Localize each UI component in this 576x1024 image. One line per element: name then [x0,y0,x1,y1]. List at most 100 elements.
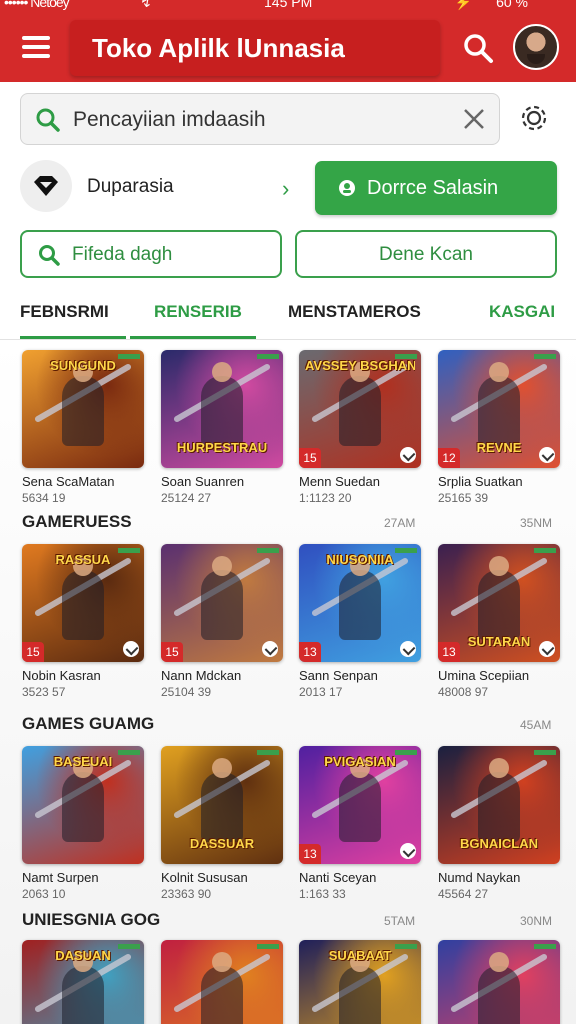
download-icon[interactable] [262,641,278,657]
age-rating-badge: 15 [22,642,44,662]
game-art-character [339,758,381,842]
avatar[interactable] [513,24,559,70]
search-bar[interactable]: Pencayiian imdaasih [20,93,500,145]
game-art-title: SUNGUND [50,358,116,373]
game-tile[interactable]: SUNGUND [22,350,144,468]
section-title: GAMES GUAMG [22,714,155,733]
game-art-title: AVSSEY BSGHAN [305,358,415,373]
game-meta: 3523 57 [22,685,66,699]
game-tile[interactable]: HURPESTRAU [161,350,283,468]
menu-icon[interactable] [22,36,50,58]
status-battery: 60 % [496,0,528,10]
age-rating-badge: 13 [438,642,460,662]
game-meta: 2063 10 [22,887,66,901]
game-art-character [339,556,381,640]
game-tile[interactable]: DASUAN [22,940,144,1024]
game-tile[interactable]: PVIGASIAN 13 [299,746,421,864]
tile-corner-tag [118,548,140,553]
game-tile[interactable]: SUTARAN 13 [438,544,560,662]
game-name[interactable]: Umina Scepiian [438,668,529,683]
tile-corner-tag [534,750,556,755]
app-header: •••••• Netoey ↯ 145 PM ⚡ 60 % Toko Aplil… [0,0,576,82]
game-name[interactable]: Sann Senpan [299,668,378,683]
tab-renserib[interactable]: RENSERIB [154,302,242,322]
duparasia-icon-button[interactable] [20,160,72,212]
download-icon[interactable] [123,641,139,657]
close-icon[interactable] [461,106,487,132]
tab-kasgai[interactable]: KASGAI [489,302,555,322]
tile-corner-tag [395,944,417,949]
age-rating-badge: 13 [299,844,321,864]
section-meta: 45AM [520,718,552,732]
game-name[interactable]: Nann Mdckan [161,668,241,683]
game-name[interactable]: Kolnit Sususan [161,870,248,885]
game-tile[interactable]: NIUSONIIA 13 [299,544,421,662]
age-rating-badge: 12 [438,448,460,468]
game-name[interactable]: Soan Suanren [161,474,244,489]
charging-icon: ⚡ [454,0,472,10]
game-tile[interactable]: REVNE 12 [438,350,560,468]
game-art-title: NIUSONIIA [326,552,394,567]
game-art-title: DASUAN [55,948,111,963]
game-tile[interactable]: GGBICIA [161,940,283,1024]
game-tile[interactable]: NOSEUA [438,940,560,1024]
dorrce-salasin-label: Dorrce Salasin [367,177,499,199]
game-name[interactable]: Nobin Kasran [22,668,101,683]
game-art-character [201,362,243,446]
game-tile[interactable]: SUABAAT [299,940,421,1024]
dene-kcan-button[interactable]: Dene Kcan [295,230,557,278]
game-tile[interactable]: AVSSEY BSGHAN 15 [299,350,421,468]
game-art-title: BGNAICLAN [460,836,538,851]
game-name[interactable]: Menn Suedan [299,474,380,489]
tab-indicator-active [130,336,256,339]
dene-kcan-label: Dene Kcan [378,244,473,265]
tile-corner-tag [118,354,140,359]
app-title-box: Toko Aplilk lUnnasia [70,20,440,76]
game-meta: 1:163 33 [299,887,346,901]
game-art-title: BASEUAI [53,754,113,769]
game-name[interactable]: Srplia Suatkan [438,474,523,489]
tile-corner-tag [395,354,417,359]
section-title: UNIESGNIA GOG [22,910,161,929]
game-art-character [201,952,243,1024]
search-icon[interactable] [462,32,494,64]
game-meta: 48008 97 [438,685,489,699]
chevron-right-icon[interactable]: › [282,176,289,202]
game-meta: 1:1123 20 [299,491,352,505]
game-art-character [201,556,243,640]
game-tile[interactable]: DASSUAR [161,746,283,864]
game-grid: SUNGUND Sena ScaMatan 5634 19 HURPESTRAU Soa… [0,340,576,1024]
game-meta: 25165 39 [438,491,489,505]
dorrce-salasin-button[interactable]: Dorrce Salasin [315,161,557,215]
game-name[interactable]: Nanti Sceyan [299,870,376,885]
game-name[interactable]: Sena ScaMatan [22,474,115,489]
download-icon[interactable] [539,447,555,463]
game-name[interactable]: Namt Surpen [22,870,99,885]
game-name[interactable]: Numd Naykan [438,870,520,885]
tile-corner-tag [534,944,556,949]
game-tile[interactable]: BASEUAI [22,746,144,864]
tab-menstameros[interactable]: MENSTAMEROS [288,302,421,322]
search-input[interactable]: Pencayiian imdaasih [73,108,266,132]
game-tile[interactable]: 15 [161,544,283,662]
game-tile[interactable]: RASSUA 15 [22,544,144,662]
age-rating-badge: 15 [299,448,321,468]
download-icon[interactable] [400,641,416,657]
game-art-title: SUTARAN [467,634,531,649]
game-meta: 45564 27 [438,887,489,901]
game-art-title: HURPESTRAU [176,440,268,455]
download-icon[interactable] [400,447,416,463]
tab-febnsrmi[interactable]: FEBNSRMI [20,302,109,322]
section-meta: 30NM [520,914,553,928]
category-tabs: FEBNSRMI RENSERIB MENSTAMEROS KASGAI [0,294,576,340]
game-tile[interactable]: BGNAICLAN [438,746,560,864]
fifeda-dagh-label: Fifeda dagh [72,244,173,265]
gear-icon[interactable] [516,100,552,136]
game-meta: 25124 27 [161,491,212,505]
fifeda-dagh-button[interactable]: Fifeda dagh [20,230,282,278]
status-signal: •••••• Netoey [4,0,70,10]
diamond-icon [34,176,58,196]
download-icon[interactable] [400,843,416,859]
duparasia-label[interactable]: Duparasia [87,176,174,198]
download-icon[interactable] [539,641,555,657]
